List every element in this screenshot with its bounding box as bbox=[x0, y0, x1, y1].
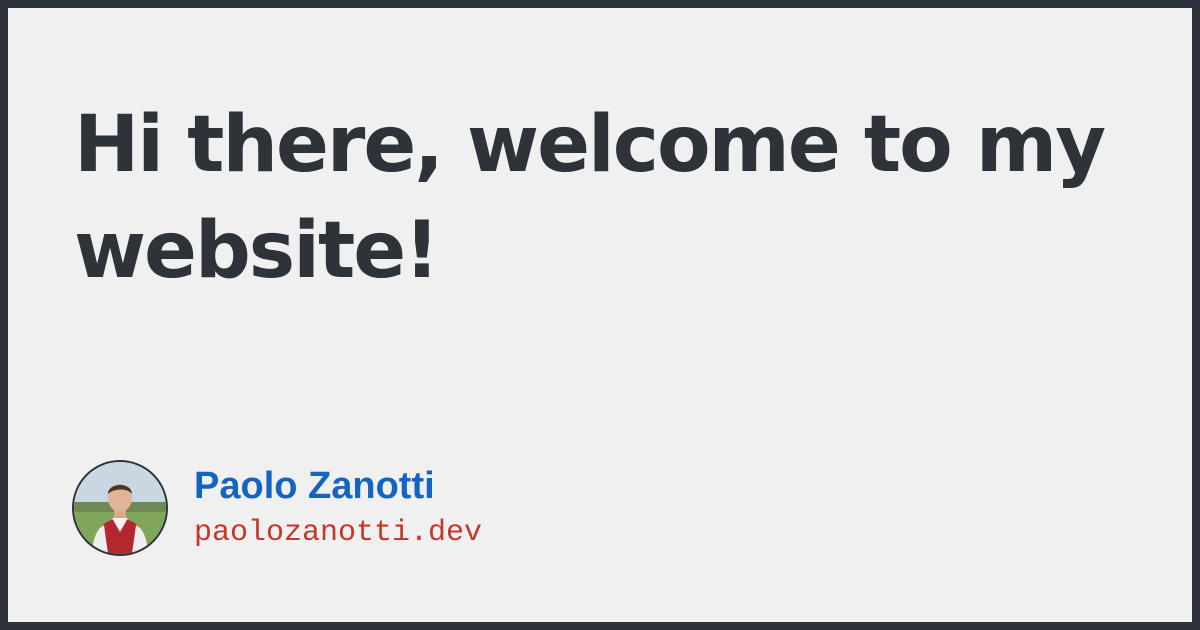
og-card: Hi there, welcome to my website! Paolo Z… bbox=[8, 8, 1192, 622]
avatar bbox=[72, 460, 168, 556]
author-name[interactable]: Paolo Zanotti bbox=[194, 463, 482, 509]
page-title: Hi there, welcome to my website! bbox=[74, 100, 1106, 296]
avatar-photo-icon bbox=[74, 462, 166, 554]
author-info: Paolo Zanotti paolozanotti.dev bbox=[194, 463, 482, 553]
author-block: Paolo Zanotti paolozanotti.dev bbox=[72, 458, 482, 558]
author-site-url[interactable]: paolozanotti.dev bbox=[194, 513, 482, 553]
